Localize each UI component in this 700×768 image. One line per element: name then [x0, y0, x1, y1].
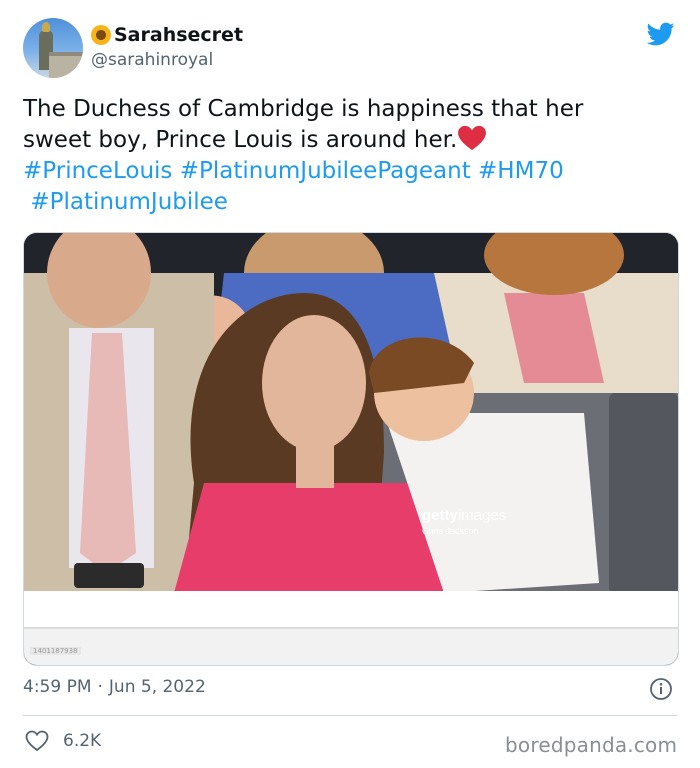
author-handle[interactable]: @sarahinroyal: [91, 50, 213, 70]
tweet-date: Jun 5, 2022: [108, 677, 206, 697]
photographer-credit: Chris Jackson: [422, 526, 479, 536]
red-heart-icon: [458, 125, 487, 151]
photo-illustration: [24, 233, 678, 665]
heart-outline-icon: [25, 730, 49, 752]
tweet-time: 4:59 PM: [23, 677, 92, 697]
sunflower-icon: [91, 25, 111, 45]
info-icon[interactable]: [649, 677, 673, 701]
hashtag-platinumjubileepageant[interactable]: #PlatinumJubileePageant: [180, 158, 471, 184]
boredpanda-watermark: boredpanda.com: [505, 733, 678, 757]
meta-separator: ·: [97, 677, 103, 697]
tweet-text-line-2-text: sweet boy, Prince Louis is around her.: [23, 127, 458, 153]
tweet-text-line-2: sweet boy, Prince Louis is around her.: [23, 125, 673, 156]
author-avatar[interactable]: [23, 18, 83, 78]
tweet-timestamp[interactable]: 4:59 PM · Jun 5, 2022: [23, 677, 206, 697]
getty-logo-right: images: [457, 507, 507, 524]
author-display-name[interactable]: Sarahsecret: [114, 24, 243, 46]
tweet-text-line-1: The Duchess of Cambridge is happiness th…: [23, 96, 584, 122]
getty-credit: gettyimages Chris Jackson: [422, 507, 506, 536]
tweet-card: Sarahsecret @sarahinroyal The Duchess of…: [0, 0, 700, 768]
twitter-bird-icon[interactable]: [645, 20, 677, 48]
hashtag-line: #PrinceLouis #PlatinumJubileePageant #HM…: [23, 156, 673, 187]
hashtag-platinumjubilee[interactable]: #PlatinumJubilee: [30, 189, 228, 215]
tweet-text: The Duchess of Cambridge is happiness th…: [23, 94, 673, 218]
author-name-row[interactable]: Sarahsecret: [91, 22, 243, 48]
like-button[interactable]: 6.2K: [25, 730, 101, 752]
like-count: 6.2K: [63, 731, 102, 751]
hashtag-princelouis[interactable]: #PrinceLouis: [23, 158, 172, 184]
hashtag-hm70[interactable]: #HM70: [478, 158, 564, 184]
divider: [23, 715, 677, 716]
palace-shape: [49, 52, 83, 78]
getty-logo-left: getty: [422, 507, 458, 524]
hashtag-line-2: #PlatinumJubilee: [23, 187, 673, 218]
tweet-photo[interactable]: gettyimages Chris Jackson 1401187938: [23, 232, 679, 666]
image-id-label: 1401187938: [30, 647, 81, 655]
